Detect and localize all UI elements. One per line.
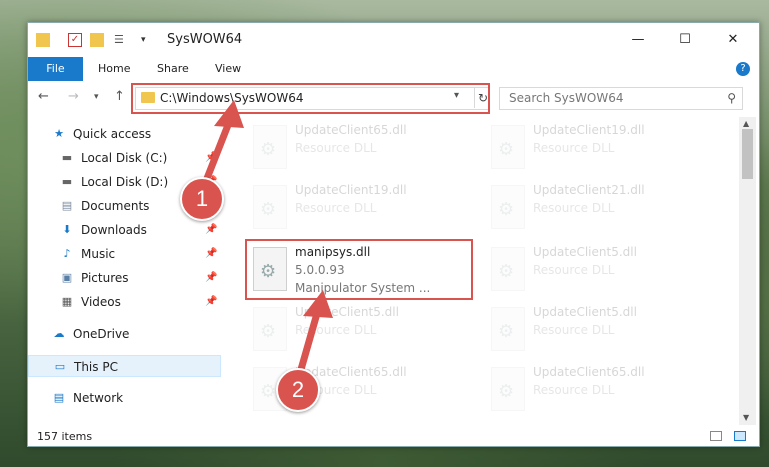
step-badge-2: 2 [276, 368, 320, 412]
arrow-to-address-bar [200, 100, 244, 190]
step-badge-1: 1 [180, 177, 224, 221]
arrow-to-file [294, 290, 333, 384]
annotation-arrows [200, 100, 333, 384]
